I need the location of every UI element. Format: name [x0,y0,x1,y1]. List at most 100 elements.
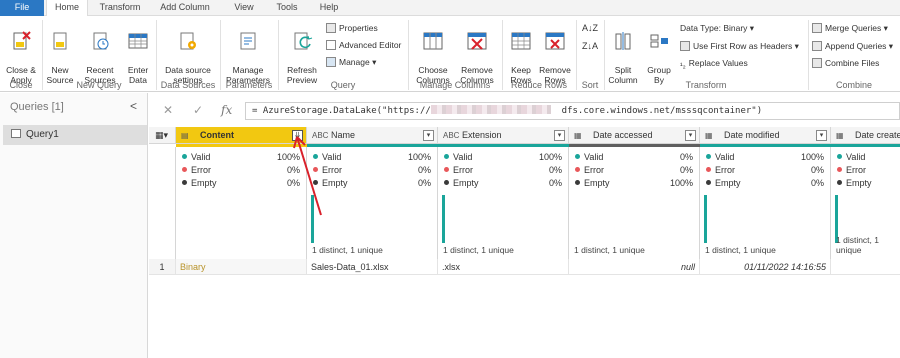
keep-rows-button[interactable]: Keep Rows [506,20,536,85]
table-cell[interactable]: Sales-Data_01.xlsx [307,259,438,275]
properties-button[interactable]: Properties [326,22,378,34]
collapse-pane-button[interactable]: < [130,99,137,113]
tab-help[interactable]: Help [310,0,348,16]
column-header-date-modified[interactable]: ▦ Date modified ▾ [700,127,831,144]
data-grid: ▦▾ ▤ Content ⇊ ABC Name ▾ ABC Extension … [149,127,900,358]
remove-rows-button[interactable]: Remove Rows [538,20,572,85]
tab-tools[interactable]: Tools [266,0,308,16]
sort-ascending-button[interactable]: A↓Z [582,22,598,34]
tab-file[interactable]: File [0,0,44,16]
empty-dot-icon [706,180,711,185]
headers-icon [680,41,690,51]
table-cell[interactable]: .xlsx [438,259,569,275]
formula-bar: ✕ ✓ fx = AzureStorage.DataLake("https://… [149,99,900,123]
filter-dropdown-button[interactable]: ▾ [554,130,565,141]
row-number[interactable]: 1 [149,259,176,275]
query-list-item[interactable]: Query1 [3,125,147,145]
group-label-sort: Sort [581,80,599,90]
table-menu-button[interactable]: ▦▾ [149,127,176,144]
empty-row: Empty 0% [444,177,562,189]
combine-files-icon [812,58,822,68]
properties-icon [326,23,336,33]
merge-queries-icon [812,23,822,33]
column-profile-content: Valid 100% Error 0% Empty 0% [176,147,307,259]
error-row: Error 0% [444,164,562,176]
combine-files-button[interactable]: Combine Files [812,57,879,69]
empty-row: Empty [837,177,894,189]
valid-dot-icon [575,154,580,159]
tab-view[interactable]: View [224,0,264,16]
distinct-count: 1 distinct, 1 unique [312,245,383,255]
group-by-icon [650,34,668,48]
column-header-date-accessed[interactable]: ▦ Date accessed ▾ [569,127,700,144]
replace-values-button[interactable]: ¹₂ Replace Values [680,57,748,70]
advanced-editor-icon [326,40,336,50]
remove-rows-icon [545,32,565,50]
tab-home[interactable]: Home [46,0,88,17]
fx-icon[interactable]: fx [221,103,232,117]
close-apply-button[interactable]: Close & Apply [3,20,39,85]
filter-dropdown-button[interactable]: ▾ [816,130,827,141]
valid-row: Valid [837,151,894,163]
split-column-icon [615,32,631,50]
manage-button[interactable]: Manage ▾ [326,56,376,68]
datetime-type-icon: ▦ [574,131,582,140]
filter-dropdown-button[interactable]: ▾ [423,130,434,141]
sort-descending-icon: Z↓A [582,41,599,51]
group-label-manage-columns: Manage Columns [419,80,491,90]
choose-columns-icon [423,32,443,50]
error-dot-icon [706,167,711,172]
sort-descending-button[interactable]: Z↓A [582,40,598,52]
data-type-dropdown[interactable]: Data Type: Binary ▾ [680,22,754,34]
advanced-editor-button[interactable]: Advanced Editor [326,39,401,51]
recent-sources-icon [93,32,109,50]
split-column-button[interactable]: Split Column [606,20,640,85]
remove-columns-button[interactable]: Remove Columns [456,20,498,85]
append-queries-button[interactable]: Append Queries ▾ [812,40,893,52]
empty-dot-icon [182,180,187,185]
manage-parameters-button[interactable]: Manage Parameters [222,20,274,85]
valid-dot-icon [837,154,842,159]
queries-pane: Queries [1] < Query1 [0,93,148,358]
distinct-count: 1 distinct, 1 unique [705,245,776,255]
recent-sources-button[interactable]: Recent Sources [80,20,120,85]
group-by-button[interactable]: Group By [644,20,674,85]
column-header-extension[interactable]: ABC Extension ▾ [438,127,569,144]
error-row: Error [837,164,894,176]
error-row: Error 0% [575,164,693,176]
refresh-preview-button[interactable]: Refresh Preview [282,20,322,85]
choose-columns-button[interactable]: Choose Columns [412,20,454,85]
filter-dropdown-button[interactable]: ▾ [685,130,696,141]
formula-input[interactable]: = AzureStorage.DataLake("https:// dfs.co… [245,102,900,120]
binary-type-icon: ▤ [181,131,189,140]
tab-transform[interactable]: Transform [92,0,148,16]
error-dot-icon [575,167,580,172]
data-source-settings-button[interactable]: Data source settings [160,20,216,85]
merge-queries-button[interactable]: Merge Queries ▾ [812,22,888,34]
tab-add-column[interactable]: Add Column [152,0,218,16]
new-source-icon [53,32,67,50]
table-cell[interactable]: null [569,259,700,275]
column-header-content[interactable]: ▤ Content ⇊ [176,127,307,144]
new-source-button[interactable]: New Source [44,20,76,85]
confirm-formula-icon[interactable]: ✓ [193,103,203,117]
valid-dot-icon [706,154,711,159]
distribution-bar [704,195,707,243]
cancel-formula-icon[interactable]: ✕ [163,103,173,117]
remove-columns-icon [467,32,487,50]
table-cell[interactable]: Binary [176,259,307,275]
distinct-count: 1 distinct, 1 unique [836,235,879,255]
column-header-date-created[interactable]: ▦ Date create [831,127,900,144]
manage-icon [326,57,336,67]
annotation-arrow [293,136,322,216]
table-cell[interactable] [831,259,900,275]
enter-data-button[interactable]: Enter Data [124,20,152,85]
use-first-row-headers-button[interactable]: Use First Row as Headers ▾ [680,40,799,52]
valid-row: Valid 100% [444,151,562,163]
group-label-close: Close [9,80,33,90]
empty-row: Empty 0% [182,177,300,189]
valid-row: Valid 100% [706,151,824,163]
table-cell[interactable]: 01/11/2022 14:16:55 [700,259,831,275]
append-queries-icon [812,41,822,51]
column-profile-extension: Valid 100% Error 0% Empty 0% 1 distinct, 1 … [438,147,569,259]
